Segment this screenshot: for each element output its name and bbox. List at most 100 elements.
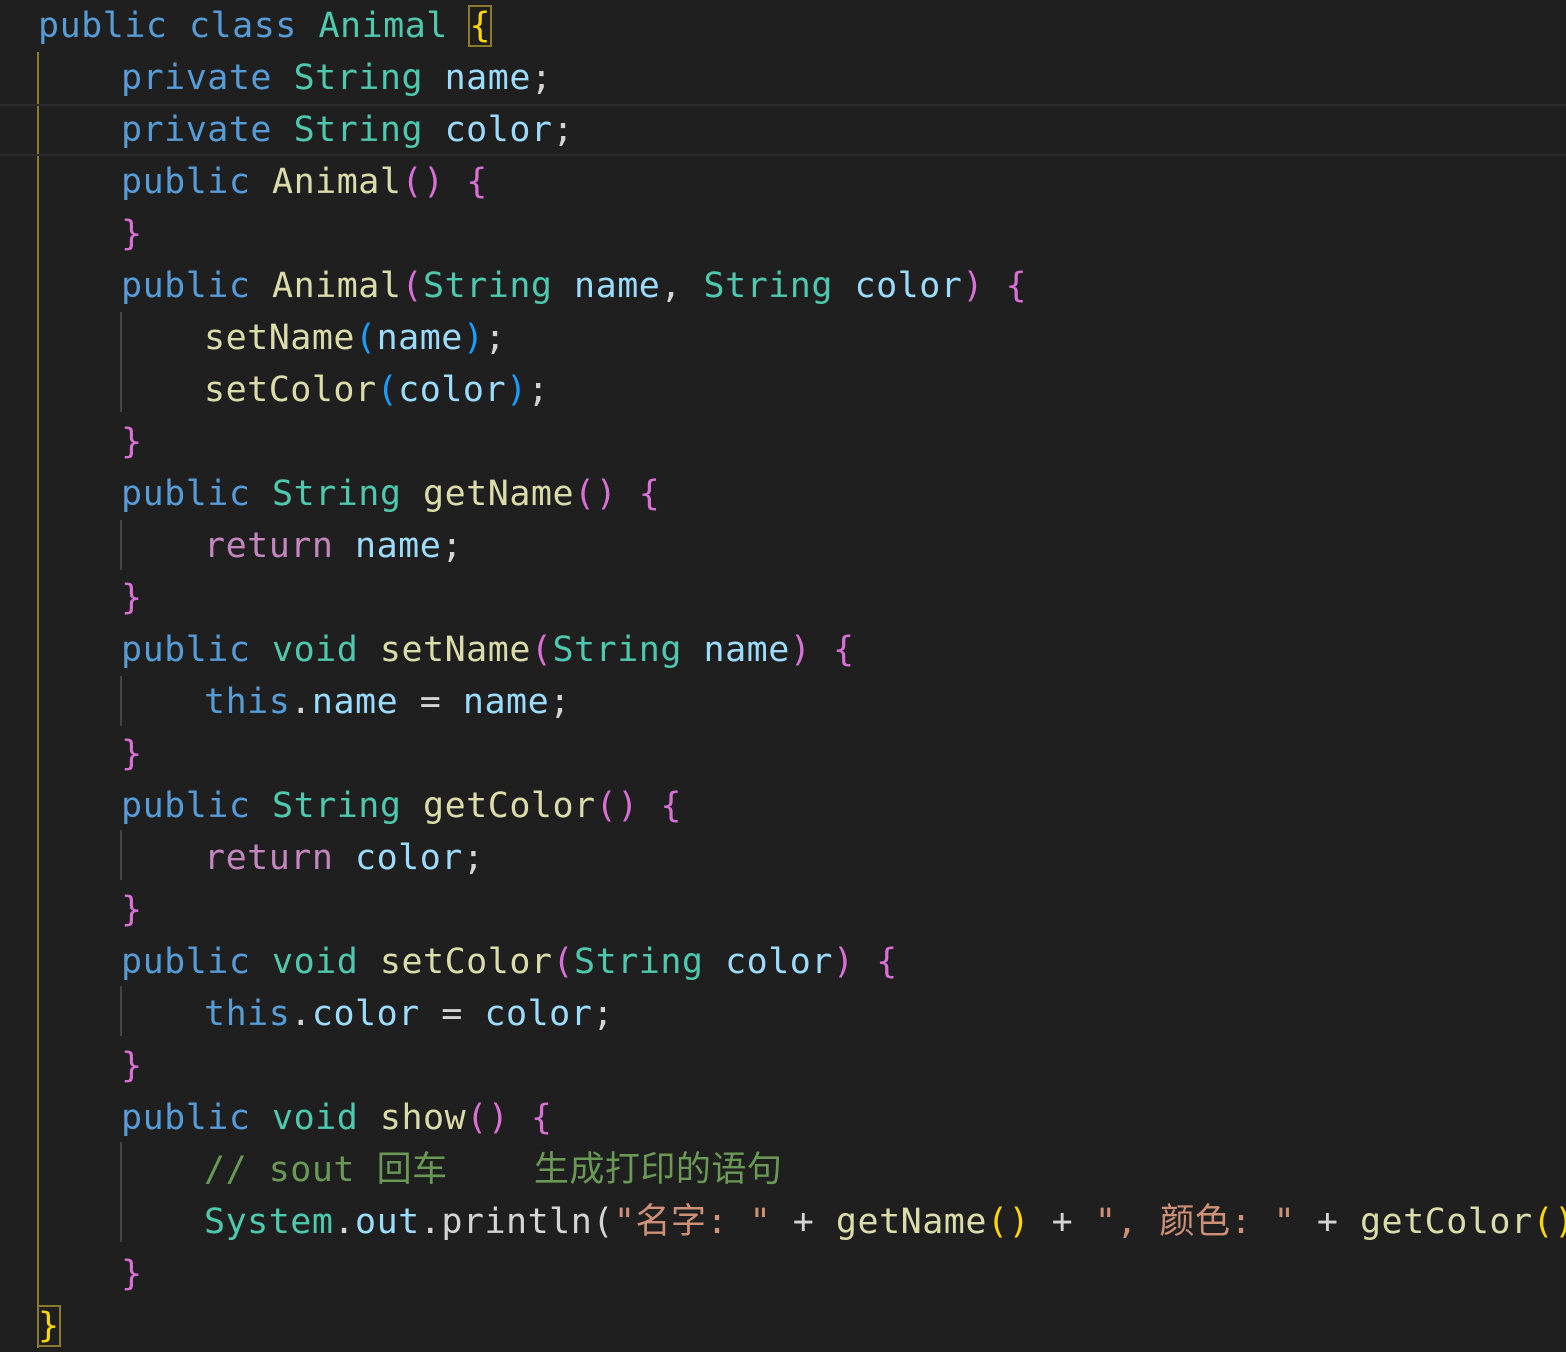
code-line[interactable]: this.color = color; [0, 988, 1566, 1040]
code-token: ; [527, 370, 550, 410]
code-line-text: private String color; [121, 106, 574, 154]
code-token: color [355, 838, 463, 878]
code-token: color [311, 994, 420, 1034]
code-token: Animal [272, 266, 402, 306]
code-line-text: public String getName() { [121, 468, 660, 520]
code-line[interactable]: public Animal(String name, String color)… [0, 260, 1566, 312]
code-line[interactable]: setName(name); [0, 312, 1566, 364]
code-token: , [660, 266, 704, 306]
code-token: String [703, 266, 833, 306]
code-token: ( [401, 266, 424, 306]
code-line-text: } [121, 728, 143, 780]
code-token: return [204, 838, 334, 878]
code-token: } [121, 890, 143, 930]
code-line[interactable]: public String getColor() { [0, 780, 1566, 832]
code-line[interactable]: } [0, 208, 1566, 260]
code-line[interactable]: public void show() { [0, 1092, 1566, 1144]
code-token: + [1030, 1202, 1095, 1242]
code-token: ) [789, 630, 812, 670]
code-token: name [703, 630, 790, 670]
code-line-text: public class Animal { [38, 0, 493, 52]
code-token: void [272, 630, 359, 670]
code-token: () [1532, 1202, 1566, 1242]
code-token: getName [423, 474, 575, 514]
code-token: ( [355, 318, 377, 358]
code-line-text: public Animal(String name, String color)… [121, 260, 1027, 312]
code-token: name [376, 318, 463, 358]
code-line[interactable]: } [0, 572, 1566, 624]
code-token: System [204, 1202, 334, 1242]
code-token: class [189, 6, 297, 46]
code-token: . [419, 1202, 442, 1242]
code-line[interactable]: } [0, 416, 1566, 468]
code-token: String [574, 942, 704, 982]
code-line[interactable]: // sout 回车 生成打印的语句 [0, 1144, 1566, 1196]
code-token: ( [530, 630, 553, 670]
code-line[interactable]: public void setColor(String color) { [0, 936, 1566, 988]
code-token: public [121, 162, 251, 202]
code-line-text: } [121, 1040, 143, 1092]
code-token: { [466, 162, 488, 202]
code-token: ; [592, 994, 614, 1034]
code-line-text: public void show() { [121, 1092, 553, 1144]
code-line[interactable]: } [0, 1248, 1566, 1300]
code-token: public [121, 474, 251, 514]
code-line[interactable]: private String color; [0, 104, 1566, 156]
code-line-text: System.out.println("名字: " + getName() + … [204, 1196, 1566, 1248]
code-line[interactable]: private String name; [0, 52, 1566, 104]
code-token: ; [484, 318, 507, 358]
code-line-text: public String getColor() { [121, 780, 682, 832]
code-token: () [574, 474, 618, 514]
code-line[interactable]: this.name = name; [0, 676, 1566, 728]
code-line[interactable]: setColor(color); [0, 364, 1566, 416]
code-line[interactable]: return name; [0, 520, 1566, 572]
code-editor[interactable]: public class Animal {private String name… [0, 0, 1566, 1348]
code-line[interactable]: return color; [0, 832, 1566, 884]
code-line[interactable]: public String getName() { [0, 468, 1566, 520]
code-line-text: public void setColor(String color) { [121, 936, 898, 988]
code-token: ; [462, 838, 485, 878]
code-line[interactable]: } [0, 884, 1566, 936]
code-token: ; [549, 682, 571, 722]
code-line[interactable]: System.out.println("名字: " + getName() + … [0, 1196, 1566, 1248]
code-token: () [401, 162, 445, 202]
code-token: println [441, 1202, 593, 1242]
code-token: show [379, 1098, 467, 1138]
code-token: . [290, 994, 312, 1034]
code-token: Animal [318, 6, 448, 46]
code-token: color [484, 994, 593, 1034]
code-token: () [986, 1202, 1031, 1242]
code-token: setName [379, 630, 531, 670]
code-line[interactable]: } [0, 728, 1566, 780]
code-line[interactable]: public class Animal { [0, 0, 1566, 52]
code-line[interactable]: } [0, 1300, 1566, 1352]
code-token: = [398, 682, 463, 722]
code-token: } [121, 1046, 143, 1086]
code-line-text: // sout 回车 生成打印的语句 [204, 1144, 782, 1196]
code-line-text: setColor(color); [204, 364, 549, 416]
code-token: . [290, 682, 312, 722]
code-token: String [552, 630, 682, 670]
code-token: { [468, 5, 493, 47]
code-token: return [204, 526, 334, 566]
code-line-text: } [121, 208, 143, 260]
code-token: } [121, 214, 143, 254]
code-line[interactable]: } [0, 1040, 1566, 1092]
code-line[interactable]: public void setName(String name) { [0, 624, 1566, 676]
code-token: () [595, 786, 639, 826]
code-token: String [293, 58, 424, 98]
code-line-text: private String name; [121, 52, 552, 104]
code-line[interactable]: public Animal() { [0, 156, 1566, 208]
